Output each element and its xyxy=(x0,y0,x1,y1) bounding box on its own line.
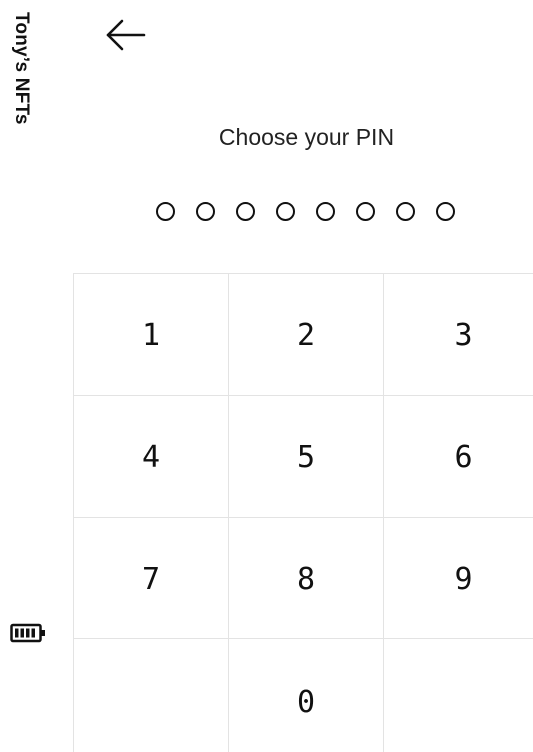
pin-dot xyxy=(156,202,175,221)
keypad-key-label: 0 xyxy=(296,684,316,720)
keypad-key-label: 5 xyxy=(296,440,316,475)
keypad-key-3[interactable]: 3 xyxy=(384,274,533,396)
keypad-key-2[interactable]: 2 xyxy=(229,274,384,396)
pin-dot xyxy=(316,202,335,221)
arrow-left-icon[interactable] xyxy=(104,18,146,52)
keypad-key-4[interactable]: 4 xyxy=(74,396,229,518)
keypad-empty-cell xyxy=(74,639,229,752)
pin-dot xyxy=(356,202,375,221)
keypad-key-label: 8 xyxy=(296,561,316,597)
keypad-key-1[interactable]: 1 xyxy=(74,274,229,396)
keypad-key-6[interactable]: 6 xyxy=(384,396,533,518)
pin-dot xyxy=(396,202,415,221)
keypad-key-0[interactable]: 0 xyxy=(229,639,384,752)
pin-screen: Tony’s NFTs Choose your PIN 1 2 3 4 5 6 7 8 9 0 xyxy=(0,0,533,752)
keypad-key-label: 2 xyxy=(296,318,316,353)
pin-dot xyxy=(436,202,455,221)
keypad-key-7[interactable]: 7 xyxy=(74,518,229,639)
pin-dot xyxy=(196,202,215,221)
pin-indicator xyxy=(156,202,455,221)
keypad-key-label: 6 xyxy=(454,440,473,475)
keypad-key-8[interactable]: 8 xyxy=(229,518,384,639)
keypad-key-label: 7 xyxy=(141,561,161,597)
keypad-key-5[interactable]: 5 xyxy=(229,396,384,518)
page-title: Choose your PIN xyxy=(218,124,395,150)
keypad-key-label: 4 xyxy=(141,440,161,475)
keypad-key-label: 1 xyxy=(141,318,161,353)
app-title: Tony’s NFTs xyxy=(11,12,32,125)
keypad-key-label: 9 xyxy=(454,561,473,597)
pin-dot xyxy=(236,202,255,221)
pin-dot xyxy=(276,202,295,221)
keypad-key-label: 3 xyxy=(454,318,473,353)
keypad-key-9[interactable]: 9 xyxy=(384,518,533,639)
battery-full-icon xyxy=(10,623,45,643)
keypad-empty-cell xyxy=(384,639,533,752)
numeric-keypad: 1 2 3 4 5 6 7 8 9 0 xyxy=(73,273,533,752)
